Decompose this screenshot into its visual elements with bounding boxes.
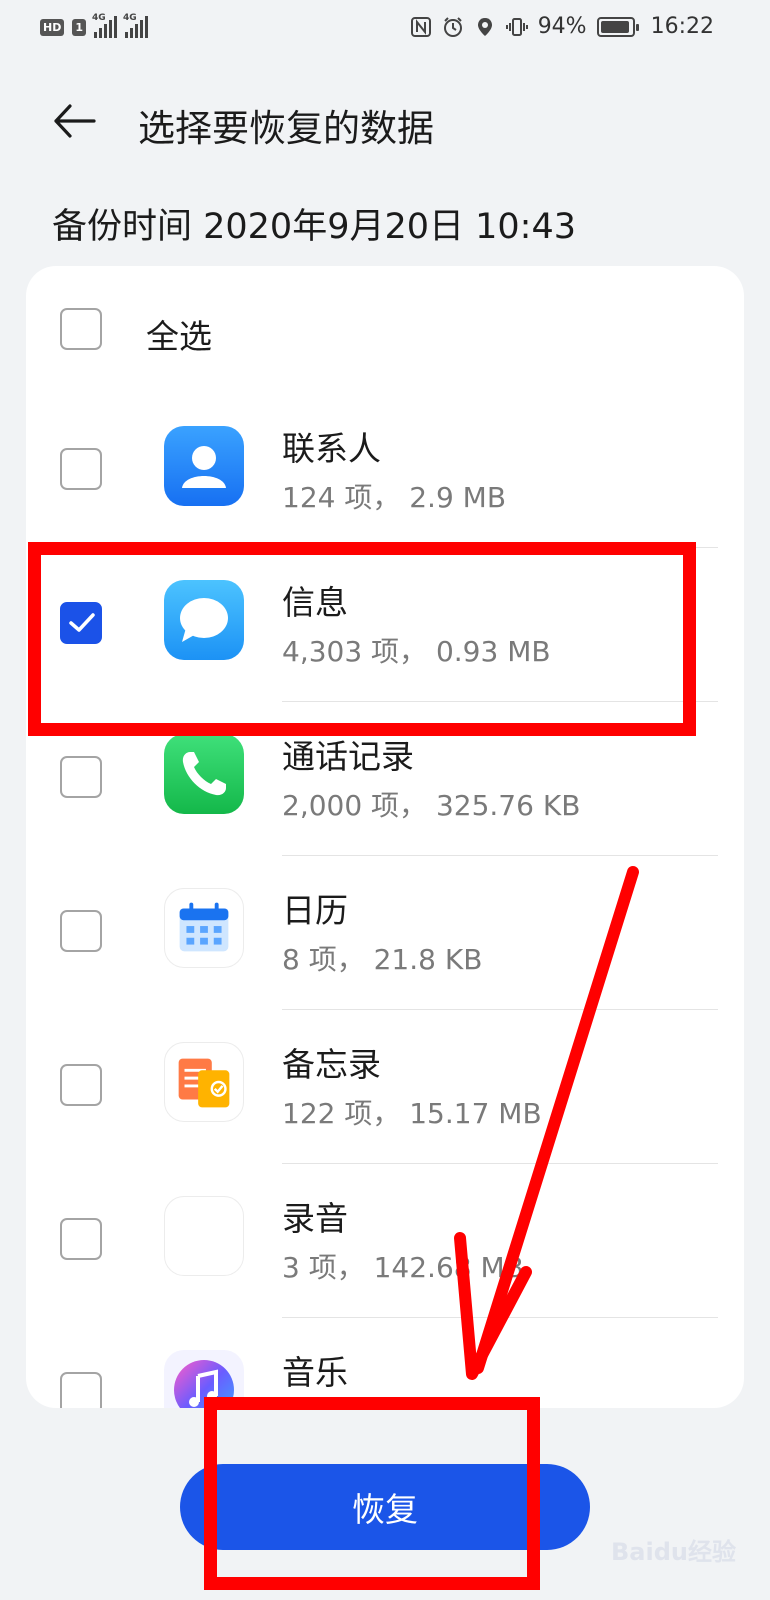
annotation-arrow-icon — [454, 866, 639, 1380]
watermark: Baidu经验 — [611, 1538, 736, 1566]
